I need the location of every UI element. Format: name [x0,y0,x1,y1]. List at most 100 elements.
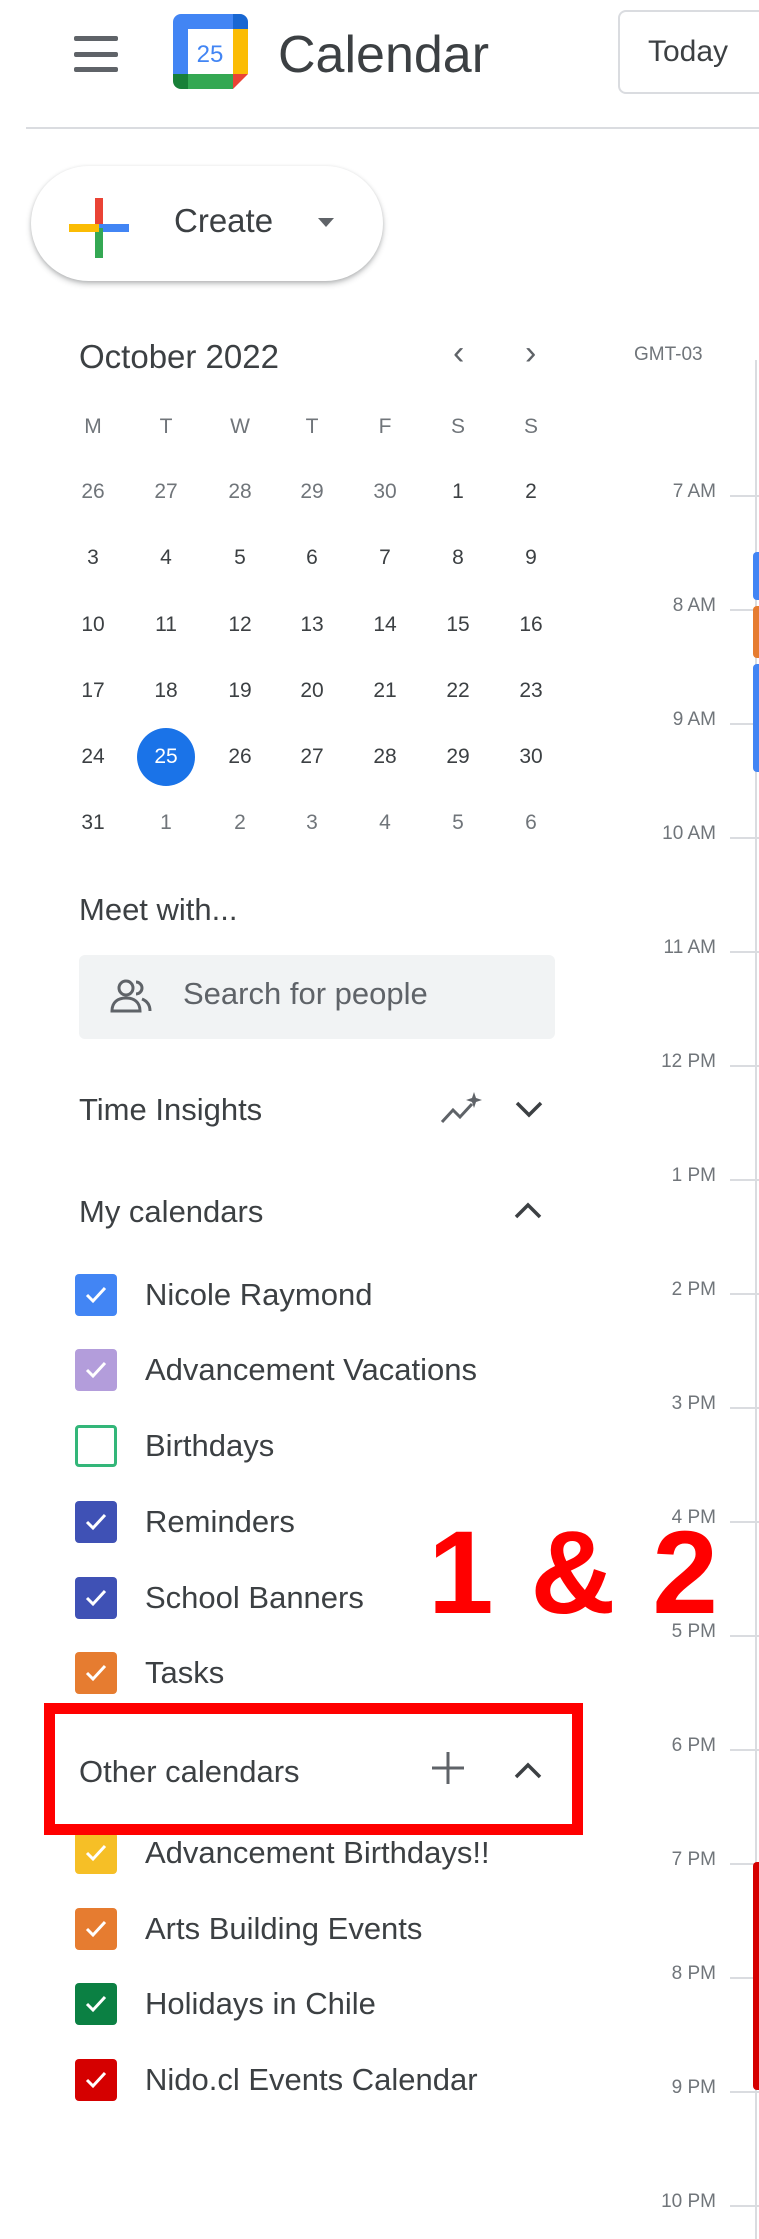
other-calendar-item[interactable]: Nido.cl Events Calendar [75,2052,478,2108]
hour-gridline [730,1521,759,1523]
my-calendar-item[interactable]: Nicole Raymond [75,1267,372,1323]
time-label: 10 AM [662,823,716,844]
mini-calendar-day[interactable]: 1 [429,463,487,521]
next-month-icon[interactable]: › [525,334,536,373]
other-calendar-item[interactable]: Arts Building Events [75,1901,422,1957]
mini-calendar-day[interactable]: 31 [64,794,122,852]
mini-calendar-day[interactable]: 20 [283,662,341,720]
mini-calendar-today[interactable]: 25 [137,728,195,786]
meet-with-title: Meet with... [79,892,238,927]
hour-gridline [730,1407,759,1409]
event-sliver[interactable] [753,606,759,658]
mini-calendar-day[interactable]: 23 [502,662,560,720]
chevron-down-icon[interactable] [512,1094,546,1124]
caret-down-icon[interactable] [318,218,334,227]
create-button[interactable]: Create [31,166,383,281]
app-title: Calendar [278,26,490,84]
mini-calendar-day[interactable]: 5 [429,794,487,852]
mini-calendar-day[interactable]: 28 [211,463,269,521]
event-sliver[interactable] [753,1862,759,2090]
mini-calendar-day[interactable]: 14 [356,596,414,654]
other-calendar-label: Holidays in Chile [145,1986,376,2021]
mini-calendar-day[interactable]: 30 [502,728,560,786]
checkbox-unchecked-icon[interactable] [75,1425,117,1467]
mini-calendar-day[interactable]: 27 [137,463,195,521]
mini-calendar-day[interactable]: 9 [502,529,560,587]
mini-calendar-day[interactable]: 2 [211,794,269,852]
time-label: 11 AM [663,937,716,958]
my-calendar-item[interactable]: Tasks [75,1645,224,1701]
checkbox-checked-icon[interactable] [75,1349,117,1391]
mini-calendar-day[interactable]: 19 [211,662,269,720]
mini-calendar-day[interactable]: 3 [64,529,122,587]
time-label: 12 PM [661,1051,716,1072]
time-label: 4 PM [671,1507,716,1528]
mini-calendar-day[interactable]: 13 [283,596,341,654]
mini-calendar-day[interactable]: 28 [356,728,414,786]
other-calendar-label: Arts Building Events [145,1911,423,1946]
hour-gridline [730,495,759,497]
time-label: 10 PM [661,2191,716,2212]
mini-calendar-day[interactable]: 26 [211,728,269,786]
mini-calendar-day[interactable]: 6 [283,529,341,587]
today-button[interactable]: Today [618,10,759,94]
mini-calendar-day[interactable]: 6 [502,794,560,852]
search-people-input[interactable]: Search for people [79,955,555,1039]
my-calendar-label: Birthdays [145,1428,275,1463]
mini-calendar-day[interactable]: 29 [429,728,487,786]
mini-calendar-day[interactable]: 5 [211,529,269,587]
mini-calendar-day[interactable]: 3 [283,794,341,852]
mini-calendar-day[interactable]: 22 [429,662,487,720]
mini-calendar-day[interactable]: 15 [429,596,487,654]
mini-calendar-day[interactable]: 10 [64,596,122,654]
mini-calendar-day[interactable]: 11 [137,596,195,654]
time-label: 9 PM [671,2077,716,2098]
other-calendar-label: Nido.cl Events Calendar [145,2062,478,2097]
mini-calendar-day[interactable]: 7 [356,529,414,587]
mini-calendar-day[interactable]: 18 [137,662,195,720]
checkbox-checked-icon[interactable] [75,1652,117,1694]
time-label: 8 AM [672,595,716,616]
mini-calendar-day[interactable]: 8 [429,529,487,587]
mini-calendar-day[interactable]: 16 [502,596,560,654]
time-label: 7 PM [671,1849,716,1870]
checkbox-checked-icon[interactable] [75,1832,117,1874]
mini-calendar-day[interactable]: 21 [356,662,414,720]
mini-calendar-day[interactable]: 27 [283,728,341,786]
hour-gridline [730,1293,759,1295]
mini-calendar-day[interactable]: 17 [64,662,122,720]
checkbox-checked-icon[interactable] [75,1908,117,1950]
mini-calendar-day[interactable]: 2 [502,463,560,521]
mini-calendar-day[interactable]: 4 [137,529,195,587]
my-calendar-item[interactable]: School Banners [75,1570,364,1626]
main-menu-icon[interactable] [74,36,118,72]
people-icon [110,979,152,1013]
other-calendar-item[interactable]: Holidays in Chile [75,1976,376,2032]
my-calendar-item[interactable]: Birthdays [75,1418,274,1474]
mini-calendar-day[interactable]: 29 [283,463,341,521]
chevron-up-icon[interactable] [511,1196,545,1226]
checkbox-checked-icon[interactable] [75,1274,117,1316]
weekday-header: S [523,415,538,438]
mini-calendar-day[interactable]: 1 [137,794,195,852]
my-calendar-item[interactable]: Reminders [75,1494,295,1550]
time-label: 5 PM [671,1621,716,1642]
insights-sparkle-icon[interactable] [440,1090,484,1130]
previous-month-icon[interactable]: ‹ [453,334,464,373]
mini-calendar-month-title: October 2022 [79,338,279,375]
checkbox-checked-icon[interactable] [75,1577,117,1619]
mini-calendar-day[interactable]: 30 [356,463,414,521]
mini-calendar-day[interactable]: 12 [211,596,269,654]
checkbox-checked-icon[interactable] [75,2059,117,2101]
time-label: 9 AM [672,709,716,730]
my-calendar-label: Tasks [145,1655,225,1690]
checkbox-checked-icon[interactable] [75,1501,117,1543]
my-calendar-item[interactable]: Advancement Vacations [75,1342,477,1398]
checkbox-checked-icon[interactable] [75,1983,117,2025]
mini-calendar-day[interactable]: 4 [356,794,414,852]
hour-gridline [730,837,759,839]
mini-calendar-day[interactable]: 24 [64,728,122,786]
event-sliver[interactable] [753,664,759,772]
event-sliver[interactable] [753,552,759,600]
mini-calendar-day[interactable]: 26 [64,463,122,521]
